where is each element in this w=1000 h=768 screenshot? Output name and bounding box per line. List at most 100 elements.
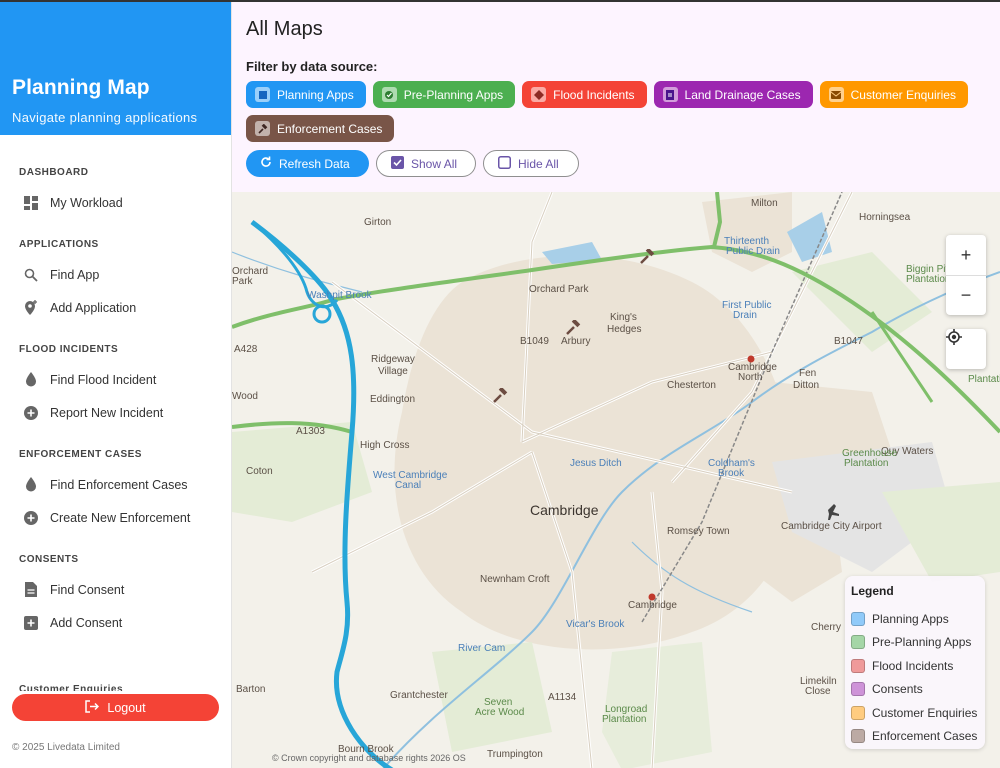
legend-item: Pre-Planning Apps [851,631,979,655]
sidebar-item-label: Find Flood Incident [50,372,157,387]
chip-land-drainage-cases[interactable]: Land Drainage Cases [653,81,813,108]
checkbox-empty-icon [498,155,511,172]
sidebar-item-find-enforcement-cases[interactable]: Find Enforcement Cases [0,468,231,501]
map-label: King's [610,312,637,323]
chip-enforcement-cases[interactable]: Enforcement Cases [246,115,395,142]
filter-chips: Planning Apps Pre-Planning Apps Flood In… [246,81,986,142]
nav-section-heading: Applications [19,239,99,250]
sidebar-item-label: Add Application [50,300,137,315]
legend-item: Customer Enquiries [851,701,979,725]
map-label: Acre Wood [475,707,525,718]
chip-customer-enquiries[interactable]: Customer Enquiries [819,81,968,108]
chip-planning-apps[interactable]: Planning Apps [246,81,366,108]
map-canvas[interactable]: Girton Milton Horningsea Orchard Park Wa… [232,192,1000,768]
sidebar-item-find-flood-incident[interactable]: Find Flood Incident [0,363,231,396]
refresh-icon [260,156,272,171]
map-label: Plantatio [968,374,1000,385]
sidebar-item-label: Create New Enforcement [50,510,191,525]
map-label: River Cam [458,643,506,654]
map-label: Milton [751,198,778,209]
legend-swatch [851,611,865,626]
legend-label: Planning Apps [872,611,949,626]
nav-group-dashboard: Dashboard My Workload [0,155,231,219]
sidebar-item-create-new-enforcement[interactable]: Create New Enforcement [0,501,231,534]
road-label: A428 [234,344,258,355]
legend-item: Planning Apps [851,607,979,631]
add-location-icon [22,299,40,317]
refresh-data-button[interactable]: Refresh Data [246,150,369,177]
map-label: Cambridge [530,502,599,518]
document-icon [22,581,40,599]
map-label: Cambridge [628,600,677,611]
chip-label: Enforcement Cases [277,121,383,136]
add-circle-icon [22,404,40,422]
legend-item: Consents [851,678,979,702]
chip-label: Customer Enquiries [850,87,956,102]
map-label: Coton [246,466,273,477]
sidebar-item-find-consent[interactable]: Find Consent [0,573,231,606]
map-label: Drain [733,310,757,321]
hide-all-button[interactable]: Hide All [483,150,579,177]
legend-swatch [851,729,865,744]
map-label: Plantation [844,458,889,469]
checkbox-checked-icon [391,155,404,172]
legend-label: Consents [872,682,923,697]
road-label: A1134 [548,692,577,703]
show-all-button[interactable]: Show All [376,150,476,177]
map-label: Barton [236,684,266,695]
legend-item: Enforcement Cases [851,725,979,749]
map-label: Grantchester [390,690,448,701]
sidebar-item-label: Find Consent [50,582,125,597]
legend-swatch [851,705,865,720]
zoom-in-button[interactable]: + [946,235,986,275]
map-label: Jesus Ditch [570,458,622,469]
sidebar-item-report-new-incident[interactable]: Report New Incident [0,396,231,429]
refresh-label: Refresh Data [279,156,350,171]
sidebar-item-label: Add Consent [50,615,123,630]
nav-group-enforcement: Enforcement Cases Find Enforcement Cases… [0,437,231,534]
map-label: North [738,372,763,383]
legend-item: Flood Incidents [851,654,979,678]
pre-planning-icon [381,87,397,102]
map-label: Newnham Croft [480,574,550,585]
legend-swatch [851,682,865,697]
nav-group-flood: Flood Incidents Find Flood Incident Repo… [0,332,231,429]
map-label: Village [378,366,408,377]
chip-pre-planning-apps[interactable]: Pre-Planning Apps [372,81,516,108]
map-label: Romsey Town [667,526,730,537]
enforcement-marker[interactable] [492,388,508,404]
water-drop-icon [22,476,40,494]
map-legend: Legend Planning Apps Pre-Planning Apps F… [845,576,985,749]
map-label: Orchard Park [529,284,589,295]
sidebar-item-add-application[interactable]: Add Application [0,291,231,324]
page-title: All Maps [246,18,323,40]
logout-label: Logout [107,700,146,715]
sidebar-header: Planning Map Navigate planning applicati… [0,2,231,135]
sidebar-nav: Dashboard My Workload Applications Find … [0,135,231,768]
locate-button[interactable] [946,329,986,369]
nav-group-applications: Applications Find App Add Application [0,227,231,324]
main-content: All Maps Filter by data source: Planning… [232,2,1000,768]
copyright-text: © 2025 Livedata Limited [12,742,120,753]
hide-all-label: Hide All [518,156,559,171]
sidebar: Planning Map Navigate planning applicati… [0,2,232,768]
map-label: High Cross [360,440,410,451]
zoom-out-button[interactable]: − [946,275,986,315]
nav-section-heading: Dashboard [19,167,89,178]
map-label: Wood [232,391,258,402]
show-all-label: Show All [411,156,458,171]
sidebar-item-find-app[interactable]: Find App [0,258,231,291]
map-label: Washpit Brook [307,290,372,301]
map-label: Plantation [602,714,647,725]
sidebar-item-my-workload[interactable]: My Workload [0,186,231,219]
sidebar-item-add-consent[interactable]: Add Consent [0,606,231,639]
chip-flood-incidents[interactable]: Flood Incidents [522,81,647,108]
enforcement-marker[interactable] [639,249,655,265]
enforcement-marker[interactable] [565,320,581,336]
map-label: Fen [799,368,817,379]
logout-button[interactable]: Logout [12,694,219,721]
flood-incidents-icon [531,87,547,102]
map-label: Ridgeway [371,354,415,365]
sidebar-item-label: Find Enforcement Cases [50,477,188,492]
map-label: Close [805,686,831,697]
